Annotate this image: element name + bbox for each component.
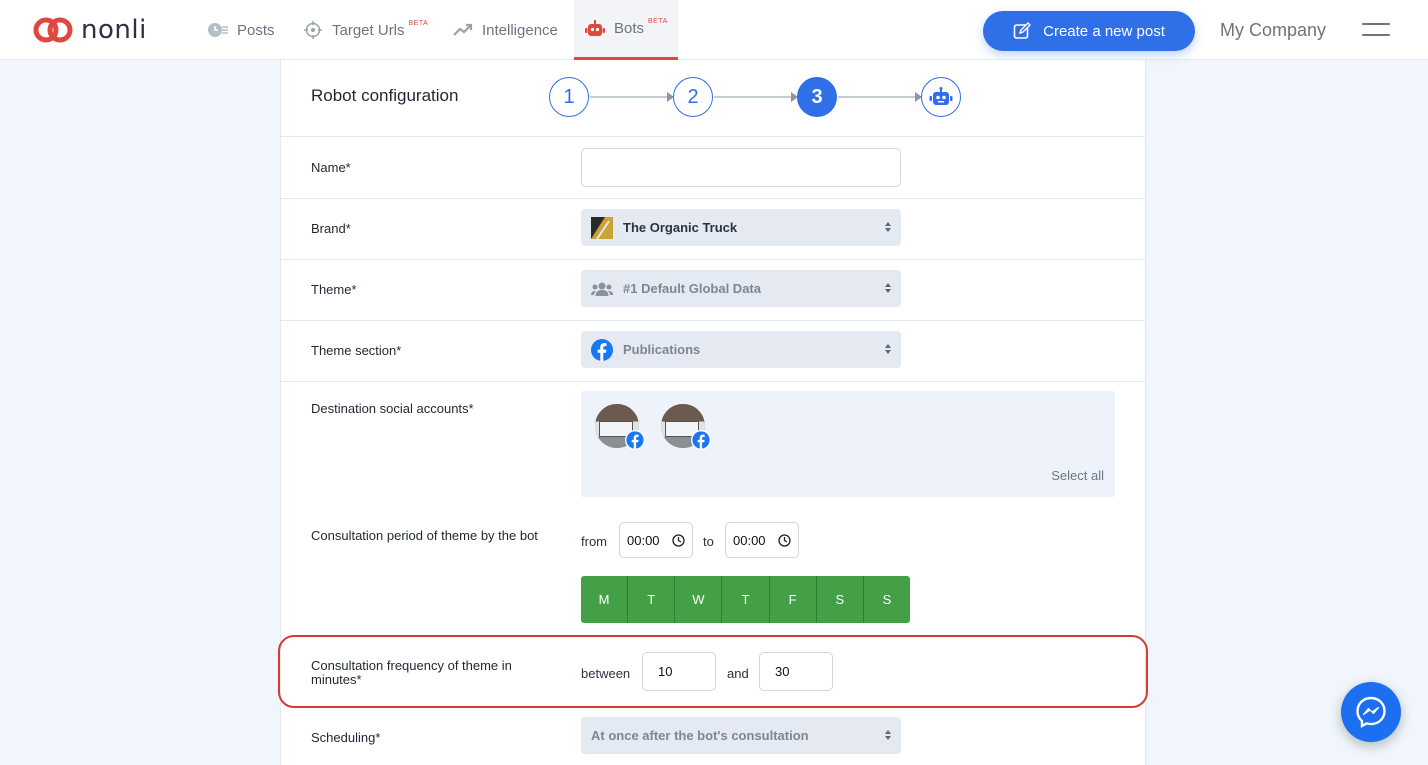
nonli-logo[interactable]: nonli: [33, 14, 147, 46]
panel-header: Robot configuration 1 2 3: [281, 60, 1145, 137]
brand-value: The Organic Truck: [623, 220, 738, 235]
theme-row: Theme* #1 Default Global Data: [281, 260, 1145, 321]
nonli-logo-icon: [33, 17, 73, 43]
destination-label: Destination social accounts*: [311, 401, 474, 416]
day-thursday[interactable]: T: [722, 576, 770, 623]
theme-section-select[interactable]: Publications: [581, 331, 901, 368]
page-title: Robot configuration: [311, 86, 459, 105]
from-time-input[interactable]: 00:00: [619, 522, 693, 558]
theme-value: #1 Default Global Data: [623, 281, 761, 296]
facebook-badge-icon: [691, 430, 711, 450]
nav-target-urls-label: Target Urls: [332, 21, 405, 39]
step-robot[interactable]: [921, 77, 961, 117]
select-caret-icon: [885, 344, 891, 355]
logo-text: nonli: [81, 15, 147, 45]
consultation-period-label: Consultation period of theme by the bot: [311, 528, 538, 543]
name-label: Name*: [311, 160, 351, 175]
step-1[interactable]: 1: [549, 77, 589, 117]
day-tuesday[interactable]: T: [628, 576, 676, 623]
select-all-link[interactable]: Select all: [1051, 468, 1104, 483]
create-post-button[interactable]: Create a new post: [983, 11, 1195, 51]
messenger-icon: [1356, 696, 1386, 729]
nav-posts[interactable]: Posts: [207, 0, 275, 60]
brand-logo-icon: [591, 216, 613, 239]
from-label: from: [581, 534, 607, 549]
day-sunday[interactable]: S: [863, 576, 910, 623]
nav-bots[interactable]: Bots BETA: [574, 0, 678, 60]
select-caret-icon: [885, 283, 891, 294]
beta-badge: BETA: [408, 19, 429, 27]
messenger-chat-button[interactable]: [1341, 682, 1401, 742]
day-monday[interactable]: M: [581, 576, 629, 623]
account-avatar[interactable]: [595, 404, 645, 450]
day-saturday[interactable]: S: [816, 576, 864, 623]
theme-label: Theme*: [311, 282, 357, 297]
to-label: to: [703, 534, 714, 549]
edit-icon: [1013, 22, 1032, 39]
facebook-badge-icon: [625, 430, 645, 450]
clock-icon: [778, 534, 791, 547]
select-caret-icon: [885, 730, 891, 741]
brand-row: Brand* The Organic Truck: [281, 199, 1145, 260]
robot-icon: [929, 87, 953, 105]
create-post-label: Create a new post: [1043, 22, 1165, 40]
theme-section-value: Publications: [623, 342, 701, 357]
scheduling-label: Scheduling*: [311, 730, 381, 745]
brand-select[interactable]: The Organic Truck: [581, 209, 901, 246]
nav-target-urls[interactable]: Target Urls BETA: [302, 0, 428, 60]
scheduling-value: At once after the bot's consultation: [591, 728, 809, 743]
step-connector: [590, 96, 674, 98]
robot-icon: [584, 18, 606, 40]
hamburger-menu-icon[interactable]: [1362, 23, 1390, 37]
nav-bots-label: Bots: [614, 20, 645, 37]
crosshair-icon: [302, 19, 324, 41]
highlight-annotation: [278, 635, 1148, 708]
users-group-icon: [591, 278, 613, 300]
trend-up-icon: [452, 19, 474, 41]
nav-intelligence-label: Intelligence: [482, 21, 558, 39]
theme-section-label: Theme section*: [311, 343, 402, 358]
scheduling-select[interactable]: At once after the bot's consultation: [581, 717, 901, 754]
theme-section-row: Theme section* Publications: [281, 321, 1145, 382]
nav-posts-label: Posts: [237, 21, 275, 39]
accounts-box: Select all: [581, 391, 1115, 497]
nav-intelligence[interactable]: Intelligence: [452, 0, 558, 60]
name-row: Name*: [281, 137, 1145, 199]
weekday-selector: M T W T F S S: [581, 576, 910, 623]
to-time-input[interactable]: 00:00: [725, 522, 799, 558]
step-connector: [714, 96, 798, 98]
theme-select[interactable]: #1 Default Global Data: [581, 270, 901, 307]
from-time-value: 00:00: [627, 532, 660, 548]
name-input[interactable]: [581, 148, 901, 187]
company-menu[interactable]: My Company: [1220, 20, 1326, 41]
day-wednesday[interactable]: W: [675, 576, 723, 623]
clock-icon: [207, 19, 229, 41]
clock-icon: [672, 534, 685, 547]
step-2[interactable]: 2: [673, 77, 713, 117]
step-connector: [838, 96, 922, 98]
select-caret-icon: [885, 222, 891, 233]
top-bar: nonli Posts Target Urls BETA Intelligenc…: [0, 0, 1428, 60]
to-time-value: 00:00: [733, 532, 766, 548]
facebook-icon: [591, 338, 613, 361]
brand-label: Brand*: [311, 221, 351, 236]
beta-badge: BETA: [648, 18, 668, 25]
account-avatar[interactable]: [661, 404, 711, 450]
step-3[interactable]: 3: [797, 77, 837, 117]
day-friday[interactable]: F: [769, 576, 817, 623]
